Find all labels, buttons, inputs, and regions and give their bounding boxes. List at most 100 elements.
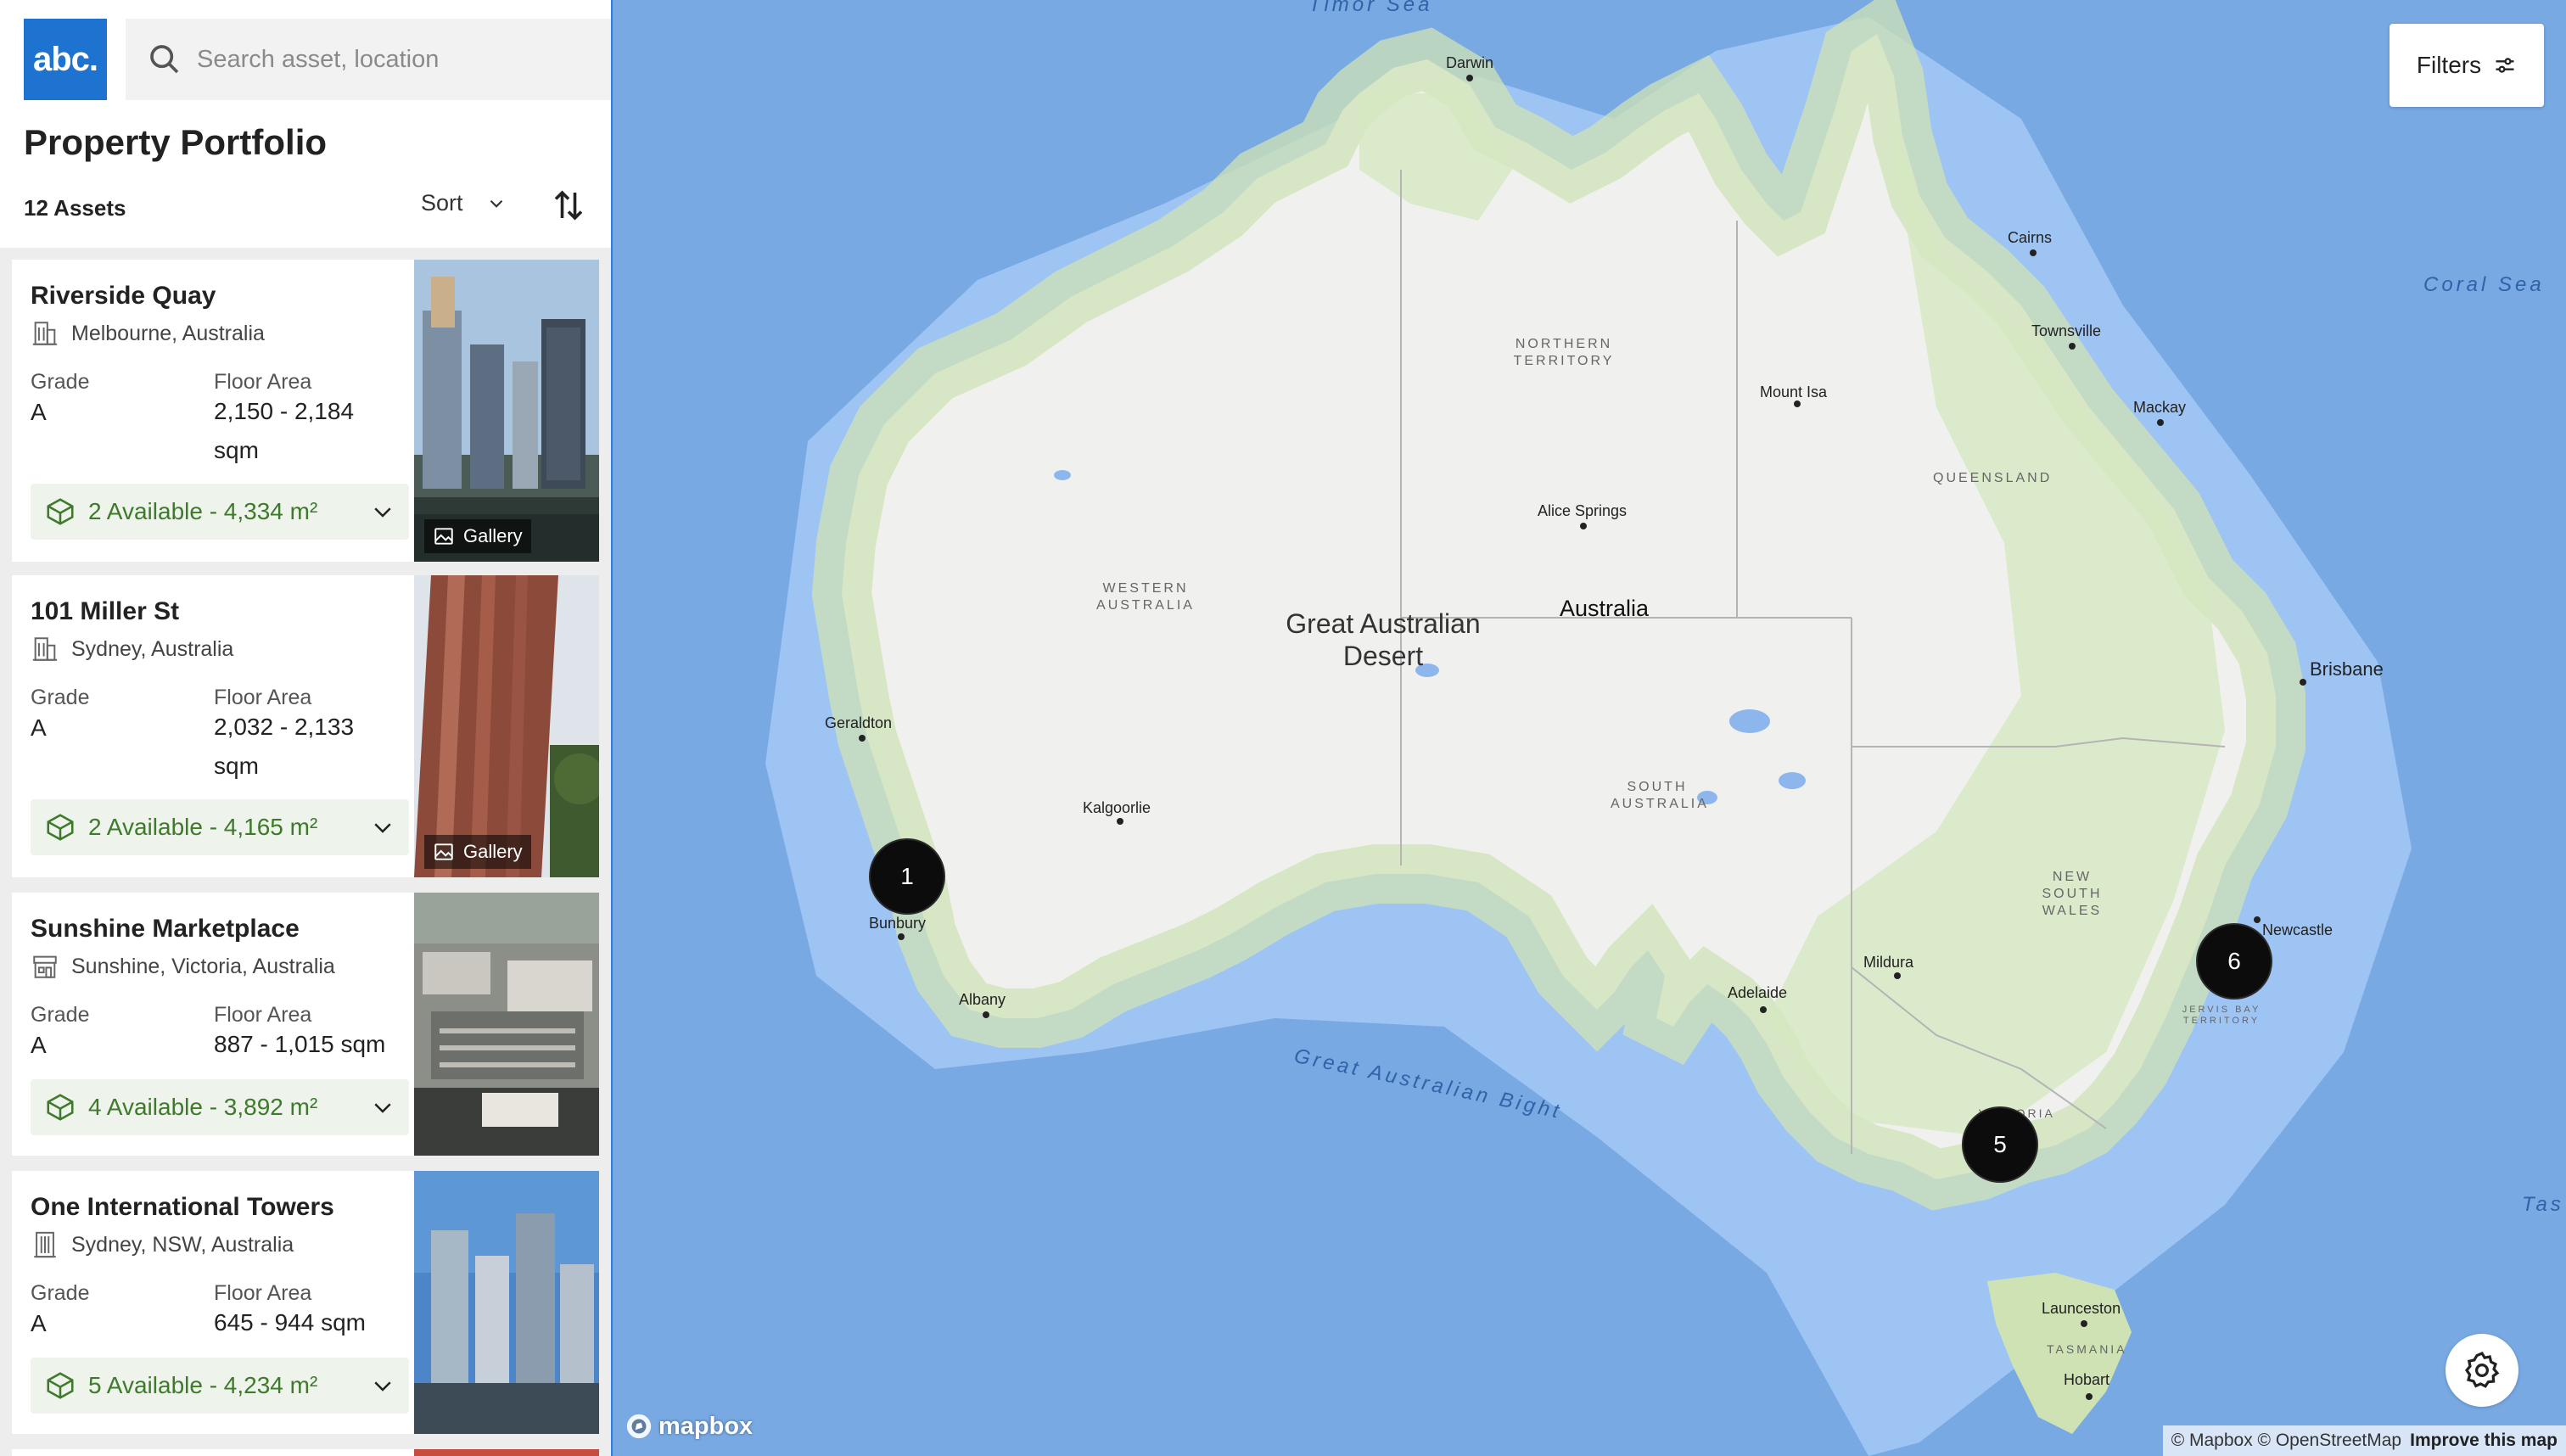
city-label-brisbane: Brisbane bbox=[2310, 658, 2384, 680]
chevron-down-icon bbox=[374, 823, 391, 833]
floor-area-label: Floor Area bbox=[214, 1003, 312, 1027]
property-location: Sydney, Australia bbox=[31, 635, 233, 664]
mapbox-icon bbox=[626, 1414, 652, 1439]
floor-area-value: 645 - 944 sqm bbox=[214, 1309, 366, 1336]
box-icon bbox=[47, 1372, 74, 1399]
map-settings-button[interactable] bbox=[2446, 1334, 2518, 1407]
search-input[interactable] bbox=[197, 45, 570, 74]
office-building-icon bbox=[32, 322, 58, 345]
city-dot bbox=[859, 735, 866, 742]
sliders-icon bbox=[2496, 58, 2514, 73]
city-dot bbox=[2157, 419, 2164, 426]
availability-toggle[interactable]: 2 Available - 4,334 m² bbox=[31, 484, 409, 540]
property-location: Melbourne, Australia bbox=[31, 319, 265, 348]
city-label-mildura: Mildura bbox=[1863, 954, 1914, 971]
city-label-townsville: Townsville bbox=[2031, 322, 2102, 339]
floor-area-value: 2,032 - 2,133 sqm bbox=[214, 714, 355, 779]
city-dot bbox=[2081, 1320, 2087, 1327]
attribution-text[interactable]: © Mapbox © OpenStreetMap bbox=[2171, 1431, 2401, 1451]
city-dot bbox=[1117, 818, 1123, 825]
cluster-marker[interactable]: 5 bbox=[1962, 1106, 2038, 1183]
property-photo[interactable] bbox=[414, 1449, 599, 1456]
availability-toggle[interactable]: 5 Available - 4,234 m² bbox=[31, 1358, 409, 1414]
panel-header: abc. Property Portfolio 12 Assets Sort bbox=[0, 0, 611, 248]
region-label-nsw: NEW SOUTH WALES bbox=[2042, 870, 2103, 918]
map-view[interactable]: Timor Sea Coral Sea Tas Great Australian… bbox=[611, 0, 2566, 1456]
image-icon bbox=[434, 528, 453, 545]
region-label-wa: WESTERN AUSTRALIA bbox=[1096, 581, 1195, 613]
gear-icon bbox=[2464, 1351, 2500, 1388]
property-photo[interactable]: 360 bbox=[414, 893, 599, 1156]
asset-count: 12 Assets bbox=[24, 195, 126, 221]
property-photo[interactable]: Gallery bbox=[414, 575, 599, 877]
towers-photo bbox=[414, 1171, 599, 1434]
gallery-label: Gallery bbox=[463, 841, 523, 862]
search-bar[interactable] bbox=[126, 19, 611, 100]
sea-label-tasman: Tas bbox=[2522, 1193, 2564, 1216]
card-details: 101 Miller St Sydney, Australia Grade A … bbox=[12, 575, 414, 877]
city-label-launceston: Launceston bbox=[2042, 1300, 2121, 1317]
sort-direction-icon[interactable] bbox=[553, 188, 584, 222]
city-dot bbox=[2030, 249, 2037, 256]
shop-icon bbox=[33, 955, 57, 978]
grade-label: Grade bbox=[31, 1281, 90, 1305]
floor-area-label: Floor Area bbox=[214, 686, 312, 709]
property-list-panel: abc. Property Portfolio 12 Assets Sort R… bbox=[0, 0, 611, 1456]
property-title[interactable]: Sunshine Marketplace bbox=[31, 915, 300, 944]
filters-label: Filters bbox=[2416, 52, 2482, 78]
image-icon bbox=[434, 843, 453, 860]
city-dot bbox=[983, 1011, 989, 1018]
location-text: Sunshine, Victoria, Australia bbox=[71, 954, 335, 978]
availability-toggle[interactable]: 2 Available - 4,165 m² bbox=[31, 799, 409, 855]
property-card[interactable]: Riverside Quay Melbourne, Australia Grad… bbox=[12, 260, 599, 562]
availability-toggle[interactable]: 4 Available - 3,892 m² bbox=[31, 1079, 409, 1135]
australia-map bbox=[613, 0, 2566, 1456]
mapbox-logo[interactable]: mapbox bbox=[625, 1412, 753, 1441]
country-label: Australia bbox=[1560, 596, 1650, 621]
aerial-photo bbox=[414, 893, 599, 1156]
availability-text: 2 Available - 4,334 m² bbox=[88, 498, 318, 524]
filters-button[interactable]: Filters bbox=[2390, 24, 2544, 107]
tower-icon bbox=[34, 1231, 56, 1258]
search-icon bbox=[150, 45, 179, 74]
city-label-darwin: Darwin bbox=[1446, 54, 1494, 71]
property-title[interactable]: 101 Miller St bbox=[31, 597, 179, 626]
city-label-bunbury: Bunbury bbox=[869, 915, 927, 932]
city-label-kalgoorlie: Kalgoorlie bbox=[1083, 799, 1151, 816]
property-card[interactable]: 101 Miller St Sydney, Australia Grade A … bbox=[12, 575, 599, 877]
region-label-nt: NORTHERN TERRITORY bbox=[1513, 337, 1615, 368]
sea-label-coral: Coral Sea bbox=[2423, 273, 2545, 296]
property-title[interactable]: Riverside Quay bbox=[31, 282, 216, 311]
location-text: Sydney, NSW, Australia bbox=[71, 1232, 294, 1257]
improve-map-link[interactable]: Improve this map bbox=[2410, 1431, 2558, 1451]
cluster-marker[interactable]: 1 bbox=[869, 838, 945, 915]
city-dot bbox=[2300, 679, 2306, 686]
city-dot bbox=[1466, 75, 1473, 81]
card-details: Riverside Quay Melbourne, Australia Grad… bbox=[12, 260, 414, 562]
property-card[interactable]: Sunshine Marketplace Sunshine, Victoria,… bbox=[12, 893, 599, 1156]
city-label-albany: Albany bbox=[959, 991, 1006, 1008]
availability-text: 2 Available - 4,165 m² bbox=[88, 814, 318, 840]
gallery-button[interactable]: Gallery bbox=[424, 835, 531, 869]
property-location: Sydney, NSW, Australia bbox=[31, 1230, 294, 1259]
city-dot bbox=[1894, 972, 1901, 979]
gallery-label: Gallery bbox=[463, 525, 523, 546]
region-label-jervis: JERVIS BAY TERRITORY bbox=[2182, 1005, 2261, 1026]
floor-area-value: 2,150 - 2,184 sqm bbox=[214, 398, 355, 463]
box-icon bbox=[47, 1094, 74, 1121]
property-card[interactable] bbox=[12, 1449, 599, 1456]
property-photo[interactable]: 360 bbox=[414, 1171, 599, 1434]
property-card[interactable]: One International Towers Sydney, NSW, Au… bbox=[12, 1171, 599, 1434]
city-label-mackay: Mackay bbox=[2133, 399, 2187, 416]
city-dot bbox=[898, 933, 905, 940]
city-dot bbox=[2069, 343, 2076, 350]
app-logo[interactable]: abc. bbox=[24, 19, 107, 100]
gallery-button[interactable]: Gallery bbox=[424, 519, 531, 553]
cluster-marker[interactable]: 6 bbox=[2196, 923, 2272, 1000]
property-photo[interactable]: Gallery bbox=[414, 260, 599, 562]
property-title[interactable]: One International Towers bbox=[31, 1193, 334, 1222]
grade-label: Grade bbox=[31, 686, 90, 709]
city-dot bbox=[2086, 1393, 2093, 1400]
sort-dropdown[interactable]: Sort bbox=[421, 190, 507, 216]
region-label-tas: TASMANIA bbox=[2047, 1342, 2127, 1356]
